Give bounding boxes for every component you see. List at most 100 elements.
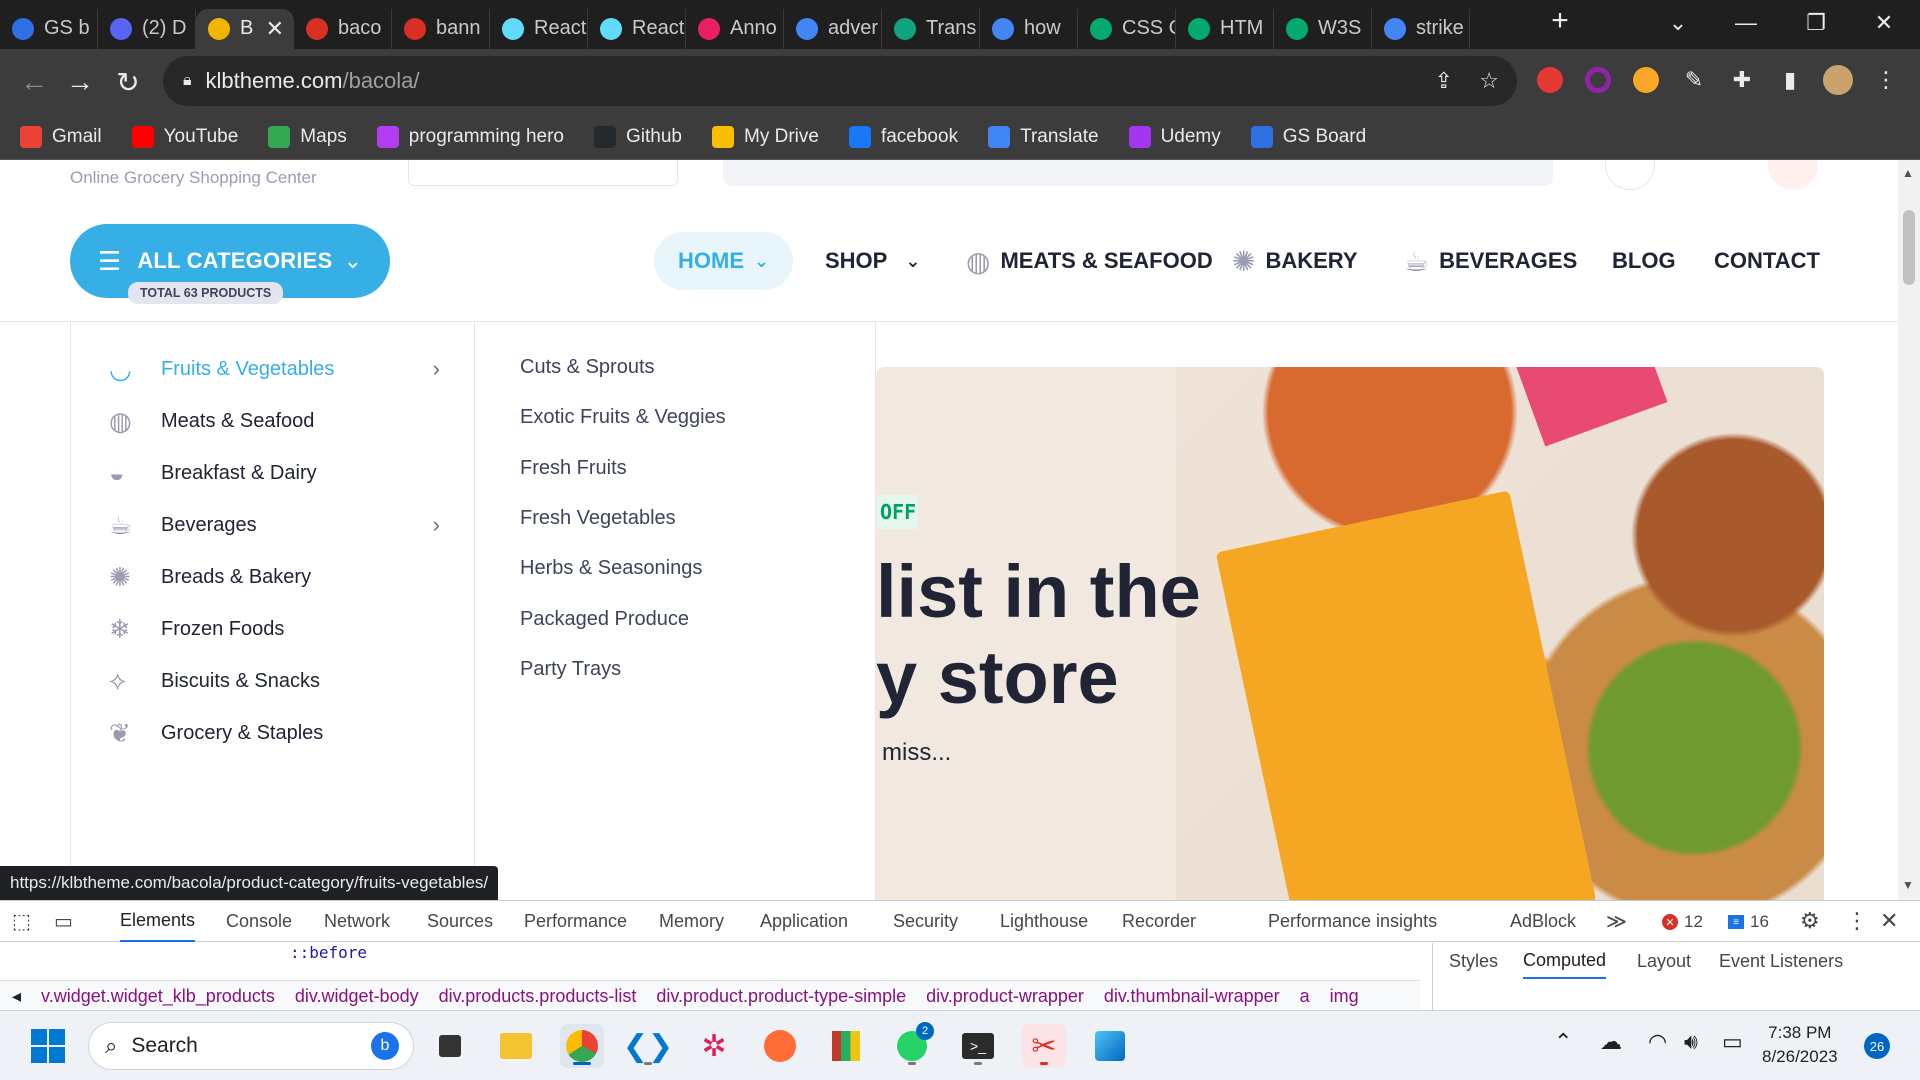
system-clock[interactable]: 7:38 PM 8/26/2023 — [1762, 1021, 1838, 1069]
nav-shop[interactable]: SHOP ⌄ — [825, 232, 920, 290]
devtools-menu-icon[interactable]: ⋮ — [1846, 908, 1868, 934]
page-scrollbar[interactable]: ▲ ▼ — [1898, 160, 1920, 900]
styles-tab-layout[interactable]: Layout — [1637, 943, 1691, 979]
dom-breadcrumb[interactable]: div.products.products-list — [439, 986, 637, 1007]
chrome-menu-icon[interactable]: ⋮ — [1868, 62, 1904, 98]
bookmark-item[interactable]: Udemy — [1128, 126, 1221, 148]
browser-tab[interactable]: baco — [294, 8, 392, 49]
forward-button[interactable]: → — [58, 60, 102, 104]
task-view-icon[interactable] — [428, 1024, 472, 1068]
account-icon[interactable] — [1605, 160, 1655, 190]
device-toolbar-icon[interactable]: ▭ — [54, 909, 73, 934]
volume-icon[interactable]: 🔊︎ — [1684, 1029, 1698, 1055]
browser-tab[interactable]: React — [490, 8, 588, 49]
devtools-tab-recorder[interactable]: Recorder — [1122, 901, 1196, 942]
devtools-tab-performance[interactable]: Performance — [524, 901, 627, 942]
extensions-puzzle-icon[interactable]: ✚ — [1724, 62, 1760, 98]
nav-blog[interactable]: BLOG — [1612, 232, 1676, 290]
subcategory-link[interactable]: Cuts & Sprouts — [520, 356, 655, 379]
browser-tab[interactable]: adver — [784, 8, 882, 49]
bookmark-item[interactable]: Translate — [988, 126, 1099, 148]
browser-tab[interactable]: W3S — [1274, 8, 1372, 49]
bookmark-item[interactable]: Maps — [268, 126, 347, 148]
browser-tab[interactable]: HTM — [1176, 8, 1274, 49]
terminal-taskbar-icon[interactable]: >_ — [956, 1024, 1000, 1068]
reload-button[interactable]: ↻ — [106, 60, 150, 104]
devtools-tab-console[interactable]: Console — [226, 901, 292, 942]
vscode-taskbar-icon[interactable]: ❮❯ — [623, 1024, 673, 1068]
bookmark-item[interactable]: programming hero — [376, 126, 564, 148]
scroll-up-arrow[interactable]: ▲ — [1902, 166, 1914, 180]
slack-taskbar-icon[interactable]: ✲ — [692, 1024, 736, 1068]
adblock-extension-icon[interactable] — [1532, 62, 1568, 98]
bookmark-star-icon[interactable]: ☆ — [1479, 68, 1499, 94]
dom-breadcrumb[interactable]: a — [1300, 986, 1310, 1007]
subcategory-link[interactable]: Party Trays — [520, 658, 621, 681]
extension-icon[interactable] — [1628, 62, 1664, 98]
bookmark-item[interactable]: Github — [594, 126, 682, 148]
browser-tab[interactable]: Trans — [882, 8, 980, 49]
side-panel-icon[interactable]: ▮ — [1772, 62, 1808, 98]
profile-avatar[interactable] — [1820, 62, 1856, 98]
restore-button[interactable]: ❐ — [1782, 0, 1850, 45]
subcategory-link[interactable]: Herbs & Seasonings — [520, 557, 702, 580]
browser-tab[interactable]: (2) D — [98, 8, 196, 49]
devtools-tab-security[interactable]: Security — [893, 901, 958, 942]
browser-tab[interactable]: bann — [392, 8, 490, 49]
category-item[interactable]: ◍ Meats & Seafood — [71, 396, 476, 446]
location-selector[interactable] — [408, 160, 678, 186]
snipping-tool-taskbar-icon[interactable]: ✂ — [1022, 1024, 1066, 1068]
category-item[interactable]: ◒ Breakfast & Dairy — [71, 448, 476, 498]
more-tabs-icon[interactable]: ≫ — [1606, 909, 1627, 934]
devtools-tab-adblock[interactable]: AdBlock — [1510, 901, 1576, 942]
minimize-button[interactable]: — — [1712, 0, 1780, 45]
whatsapp-taskbar-icon[interactable]: 2 — [890, 1022, 934, 1068]
nav-beverages[interactable]: ☕︎ BEVERAGES — [1404, 232, 1577, 290]
browser-tab[interactable]: B ✕ — [196, 8, 294, 49]
eyedropper-extension-icon[interactable]: ✎ — [1676, 62, 1712, 98]
close-tab-icon[interactable]: ✕ — [266, 16, 284, 42]
address-bar[interactable]: 🔒︎ klbtheme.com /bacola/ ⇪ ☆ — [163, 56, 1517, 106]
browser-tab[interactable]: React — [588, 8, 686, 49]
category-item[interactable]: ⟡ Biscuits & Snacks — [71, 656, 476, 706]
nav-bakery[interactable]: ✺ BAKERY — [1232, 232, 1358, 290]
subcategory-link[interactable]: Exotic Fruits & Veggies — [520, 406, 726, 429]
message-count-badge[interactable]: ≡ 16 — [1722, 910, 1775, 934]
winrar-taskbar-icon[interactable] — [824, 1024, 868, 1068]
close-window-button[interactable]: ✕ — [1850, 0, 1918, 45]
nav-contact[interactable]: CONTACT — [1714, 232, 1820, 290]
tab-search-icon[interactable]: ⌄ — [1644, 0, 1712, 45]
share-icon[interactable]: ⇪ — [1435, 68, 1453, 94]
category-item[interactable]: ❄ Frozen Foods — [71, 604, 476, 654]
bookmark-item[interactable]: Gmail — [20, 126, 102, 148]
devtools-tab-lighthouse[interactable]: Lighthouse — [1000, 901, 1088, 942]
back-button[interactable]: ← — [12, 60, 56, 104]
battery-icon[interactable]: ▭ — [1722, 1029, 1743, 1055]
bookmark-item[interactable]: My Drive — [712, 126, 819, 148]
devtools-close-icon[interactable]: ✕ — [1880, 908, 1898, 934]
wifi-icon[interactable]: ◠ — [1648, 1029, 1667, 1055]
nav-meats-seafood[interactable]: ◍ MEATS & SEAFOOD — [966, 232, 1213, 290]
search-bar[interactable] — [723, 160, 1553, 186]
browser-tab[interactable]: GS b — [0, 8, 98, 49]
photos-taskbar-icon[interactable] — [1088, 1024, 1132, 1068]
chrome-taskbar-icon[interactable] — [560, 1024, 604, 1068]
browser-tab[interactable]: Anno — [686, 8, 784, 49]
browser-tab[interactable]: strike — [1372, 8, 1470, 49]
dom-tree-line[interactable]: ::before — [290, 943, 367, 962]
subcategory-link[interactable]: Fresh Vegetables — [520, 507, 676, 530]
devtools-tab-elements[interactable]: Elements — [120, 901, 196, 942]
devtools-tab-performance-insights[interactable]: Performance insights — [1268, 901, 1437, 942]
cart-icon[interactable] — [1768, 160, 1818, 190]
file-explorer-icon[interactable] — [494, 1024, 538, 1068]
inspect-element-icon[interactable]: ⬚ — [12, 909, 31, 934]
dom-breadcrumb[interactable]: img — [1330, 986, 1359, 1007]
styles-tab-computed[interactable]: Computed — [1523, 943, 1607, 979]
windows-start-icon[interactable] — [26, 1024, 70, 1068]
devtools-tab-network[interactable]: Network — [324, 901, 390, 942]
dom-breadcrumb[interactable]: div.product-wrapper — [926, 986, 1084, 1007]
subcategory-link[interactable]: Fresh Fruits — [520, 457, 627, 480]
browser-tab[interactable]: CSS C — [1078, 8, 1176, 49]
devtools-tab-memory[interactable]: Memory — [659, 901, 724, 942]
show-hidden-icons[interactable]: ⌃ — [1554, 1029, 1572, 1055]
